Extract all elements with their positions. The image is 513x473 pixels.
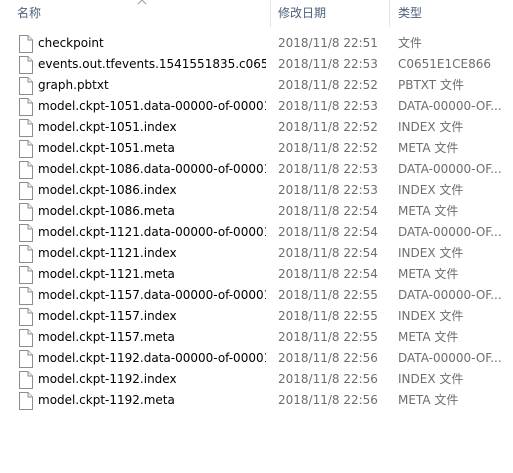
file-row[interactable]: model.ckpt-1192.meta 2018/11/8 22:56 META … (0, 390, 513, 411)
file-name[interactable]: model.ckpt-1086.data-00000-of-00001 (38, 159, 266, 180)
file-modified-date: 2018/11/8 22:56 (278, 351, 378, 365)
name-column-header[interactable]: 名称 (0, 0, 270, 27)
file-modified-date: 2018/11/8 22:52 (278, 78, 378, 92)
file-type: INDEX 文件 (398, 372, 464, 386)
file-list: checkpoint 2018/11/8 22:51 文件 events.out.tf… (0, 33, 513, 411)
file-modified-date: 2018/11/8 22:55 (278, 288, 378, 302)
file-row[interactable]: model.ckpt-1121.meta 2018/11/8 22:54 META … (0, 264, 513, 285)
file-icon (18, 287, 34, 305)
file-row[interactable]: model.ckpt-1086.meta 2018/11/8 22:54 META … (0, 201, 513, 222)
file-icon (18, 329, 34, 347)
file-modified-date: 2018/11/8 22:54 (278, 204, 378, 218)
file-modified-date: 2018/11/8 22:52 (278, 120, 378, 134)
file-type: DATA-00000-OF... (398, 225, 502, 239)
file-modified-date: 2018/11/8 22:51 (278, 36, 378, 50)
file-icon (18, 182, 34, 200)
file-icon (18, 56, 34, 74)
file-name[interactable]: model.ckpt-1051.data-00000-of-00001 (38, 96, 266, 117)
file-modified-date: 2018/11/8 22:53 (278, 162, 378, 176)
file-row[interactable]: model.ckpt-1051.data-00000-of-00001 2018/… (0, 96, 513, 117)
file-icon (18, 245, 34, 263)
file-icon (18, 371, 34, 389)
file-name[interactable]: model.ckpt-1192.index (38, 369, 266, 390)
file-type: DATA-00000-OF... (398, 99, 502, 113)
file-type: PBTXT 文件 (398, 78, 464, 92)
file-modified-date: 2018/11/8 22:52 (278, 141, 378, 155)
file-name[interactable]: model.ckpt-1192.meta (38, 390, 266, 411)
file-icon (18, 98, 34, 116)
file-type: META 文件 (398, 267, 459, 281)
file-modified-date: 2018/11/8 22:55 (278, 309, 378, 323)
file-type: C0651E1CE866 (398, 57, 491, 71)
file-name[interactable]: model.ckpt-1121.index (38, 243, 266, 264)
file-name[interactable]: model.ckpt-1157.data-00000-of-00001 (38, 285, 266, 306)
file-row[interactable]: model.ckpt-1051.index 2018/11/8 22:52 INDE… (0, 117, 513, 138)
type-column-header[interactable]: 类型 (390, 0, 513, 27)
file-name[interactable]: model.ckpt-1121.data-00000-of-00001 (38, 222, 266, 243)
file-name[interactable]: model.ckpt-1157.index (38, 306, 266, 327)
file-modified-date: 2018/11/8 22:54 (278, 246, 378, 260)
file-icon (18, 77, 34, 95)
file-row[interactable]: events.out.tfevents.1541551835.c0651... 2… (0, 54, 513, 75)
file-row[interactable]: model.ckpt-1086.index 2018/11/8 22:53 INDE… (0, 180, 513, 201)
file-row[interactable]: model.ckpt-1086.data-00000-of-00001 2018/… (0, 159, 513, 180)
file-type: INDEX 文件 (398, 120, 464, 134)
file-modified-date: 2018/11/8 22:54 (278, 267, 378, 281)
file-row[interactable]: checkpoint 2018/11/8 22:51 文件 (0, 33, 513, 54)
column-header-bar: 名称 修改日期 类型 (0, 0, 513, 27)
file-icon (18, 350, 34, 368)
file-name[interactable]: model.ckpt-1086.index (38, 180, 266, 201)
file-modified-date: 2018/11/8 22:56 (278, 393, 378, 407)
file-row[interactable]: model.ckpt-1121.index 2018/11/8 22:54 INDE… (0, 243, 513, 264)
file-type: META 文件 (398, 330, 459, 344)
file-modified-date: 2018/11/8 22:53 (278, 99, 378, 113)
file-name[interactable]: model.ckpt-1051.meta (38, 138, 266, 159)
file-type: INDEX 文件 (398, 309, 464, 323)
file-icon (18, 392, 34, 410)
file-icon (18, 119, 34, 137)
file-modified-date: 2018/11/8 22:56 (278, 372, 378, 386)
file-name[interactable]: model.ckpt-1157.meta (38, 327, 266, 348)
file-name[interactable]: model.ckpt-1086.meta (38, 201, 266, 222)
file-modified-date: 2018/11/8 22:53 (278, 183, 378, 197)
file-type: DATA-00000-OF... (398, 351, 502, 365)
date-modified-column-header[interactable]: 修改日期 (271, 0, 389, 27)
file-row[interactable]: model.ckpt-1192.data-00000-of-00001 2018/… (0, 348, 513, 369)
file-row[interactable]: model.ckpt-1121.data-00000-of-00001 2018/… (0, 222, 513, 243)
file-modified-date: 2018/11/8 22:54 (278, 225, 378, 239)
file-type: META 文件 (398, 204, 459, 218)
file-icon (18, 308, 34, 326)
file-modified-date: 2018/11/8 22:55 (278, 330, 378, 344)
file-icon (18, 266, 34, 284)
file-icon (18, 161, 34, 179)
file-name[interactable]: model.ckpt-1051.index (38, 117, 266, 138)
file-row[interactable]: graph.pbtxt 2018/11/8 22:52 PBTXT 文件 (0, 75, 513, 96)
file-type: META 文件 (398, 141, 459, 155)
file-name[interactable]: checkpoint (38, 33, 266, 54)
file-icon (18, 35, 34, 53)
file-row[interactable]: model.ckpt-1157.data-00000-of-00001 2018/… (0, 285, 513, 306)
file-icon (18, 140, 34, 158)
file-name[interactable]: events.out.tfevents.1541551835.c0651... (38, 54, 266, 75)
file-icon (18, 203, 34, 221)
file-row[interactable]: model.ckpt-1051.meta 2018/11/8 22:52 META … (0, 138, 513, 159)
file-name[interactable]: model.ckpt-1192.data-00000-of-00001 (38, 348, 266, 369)
file-modified-date: 2018/11/8 22:53 (278, 57, 378, 71)
file-row[interactable]: model.ckpt-1157.meta 2018/11/8 22:55 META … (0, 327, 513, 348)
file-type: DATA-00000-OF... (398, 162, 502, 176)
file-row[interactable]: model.ckpt-1192.index 2018/11/8 22:56 INDE… (0, 369, 513, 390)
file-type: DATA-00000-OF... (398, 288, 502, 302)
file-type: 文件 (398, 36, 423, 50)
file-type: INDEX 文件 (398, 183, 464, 197)
file-icon (18, 224, 34, 242)
file-name[interactable]: model.ckpt-1121.meta (38, 264, 266, 285)
file-row[interactable]: model.ckpt-1157.index 2018/11/8 22:55 INDE… (0, 306, 513, 327)
file-name[interactable]: graph.pbtxt (38, 75, 266, 96)
file-type: INDEX 文件 (398, 246, 464, 260)
file-type: META 文件 (398, 393, 459, 407)
